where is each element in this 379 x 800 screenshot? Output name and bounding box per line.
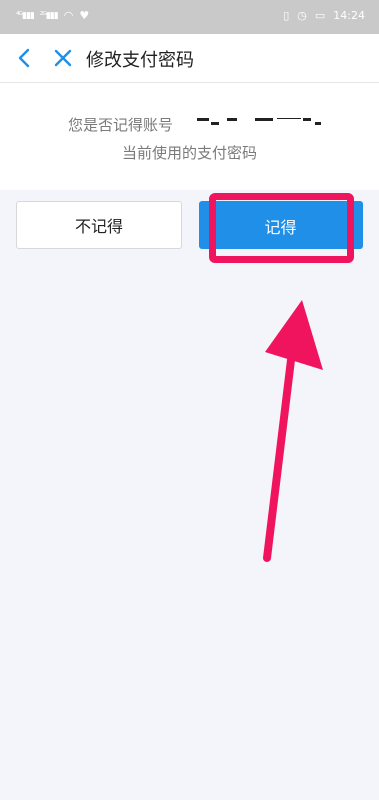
- wifi-icon: ◠: [63, 9, 74, 22]
- navigation-header: 修改支付密码: [0, 34, 379, 83]
- signal-icon: ²ᴳ▮▮▮: [39, 10, 59, 21]
- status-time: 14:24: [333, 9, 365, 22]
- forgot-button[interactable]: 不记得: [16, 201, 182, 249]
- alarm-icon: ◷: [297, 9, 307, 22]
- page-title: 修改支付密码: [86, 50, 194, 71]
- masked-account: [197, 116, 321, 130]
- annotation-arrow: [263, 300, 323, 562]
- battery-icon: ▭: [314, 9, 326, 22]
- status-right: ▯ ◷ ▭ 14:24: [283, 9, 365, 22]
- chevron-left-icon[interactable]: [14, 46, 36, 70]
- signal-icon: ⁴ᴳ▮▮▮: [16, 10, 35, 21]
- heart-icon: ♥: [79, 9, 90, 22]
- status-left: ⁴ᴳ▮▮▮ ²ᴳ▮▮▮ ◠ ♥: [16, 9, 89, 22]
- account-question-line2: 当前使用的支付密码: [121, 144, 257, 162]
- remember-button[interactable]: 记得: [220, 203, 341, 249]
- vibrate-icon: ▯: [283, 9, 290, 22]
- account-question: 您是否记得账号: [68, 116, 174, 134]
- close-icon[interactable]: [52, 46, 74, 70]
- message-panel: 您是否记得账号 当前使用的支付密码: [0, 83, 379, 190]
- status-bar: ⁴ᴳ▮▮▮ ²ᴳ▮▮▮ ◠ ♥ ▯ ◷ ▭ 14:24: [0, 0, 379, 34]
